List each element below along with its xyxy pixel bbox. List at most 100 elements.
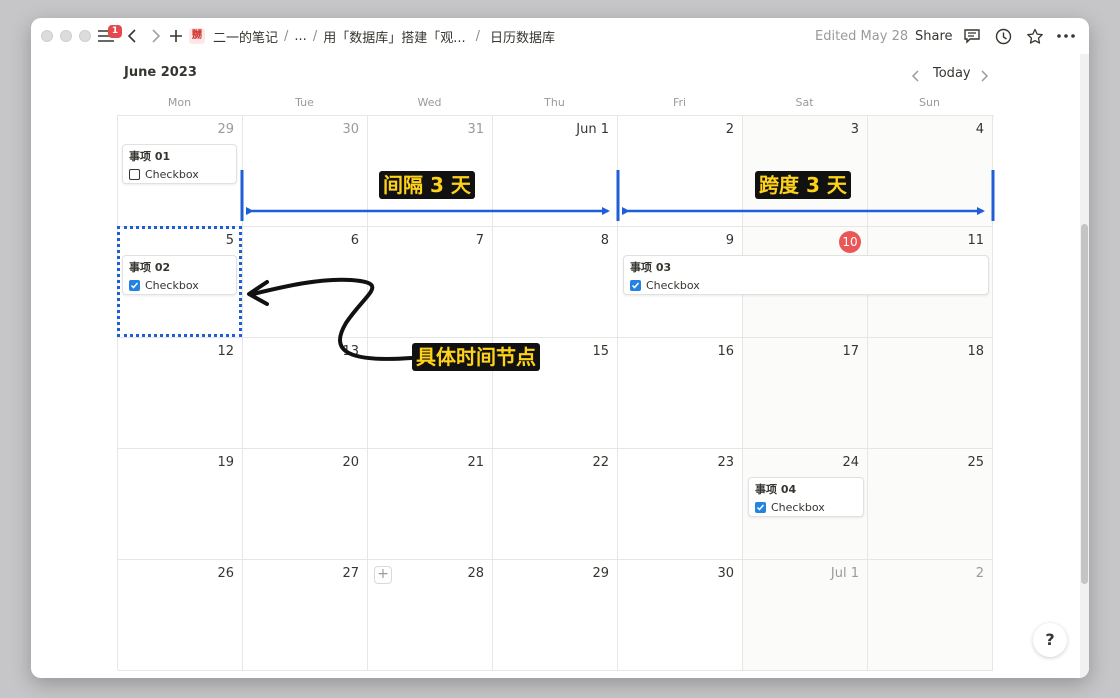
event-checkbox-property[interactable]: Checkbox <box>755 499 857 515</box>
highlight-selection-box <box>117 226 242 337</box>
today-date-number: 10 <box>839 231 861 253</box>
calendar-day-cell[interactable]: 18 <box>868 338 993 449</box>
day-number: 31 <box>467 122 484 137</box>
breadcrumb-item-notes[interactable]: 二一的笔记 <box>213 27 278 46</box>
add-event-plus-icon[interactable]: + <box>374 566 392 584</box>
day-number: 16 <box>717 344 734 359</box>
calendar-day-cell[interactable]: 23 <box>618 449 743 560</box>
event-card[interactable]: 事项 04 Checkbox <box>748 477 864 517</box>
weekday-header-tue: Tue <box>295 96 314 109</box>
checkbox-label: Checkbox <box>771 500 825 514</box>
calendar-day-cell[interactable]: 29 <box>493 560 618 671</box>
calendar-day-cell[interactable]: 26 <box>118 560 243 671</box>
calendar-day-cell[interactable]: 16 <box>618 338 743 449</box>
calendar-grid: 293031Jun 123456789101112131415161718192… <box>117 115 994 671</box>
vertical-scrollbar[interactable] <box>1080 54 1089 678</box>
calendar-day-cell[interactable]: 25 <box>868 449 993 560</box>
day-number: 20 <box>342 455 359 470</box>
calendar-day-cell[interactable]: 6 <box>243 227 368 338</box>
day-number: 15 <box>592 344 609 359</box>
new-page-plus-icon[interactable] <box>169 24 183 48</box>
notification-badge: 1 <box>108 25 122 38</box>
day-number: 23 <box>717 455 734 470</box>
day-number: 29 <box>217 122 234 137</box>
day-number: 18 <box>967 344 984 359</box>
day-number: 27 <box>342 566 359 581</box>
edited-timestamp: Edited May 28 <box>815 28 909 44</box>
calendar-day-cell[interactable]: Jul 1 <box>743 560 868 671</box>
favorite-star-icon[interactable] <box>1026 24 1044 48</box>
day-number: 7 <box>475 233 484 248</box>
event-checkbox-property[interactable]: Checkbox <box>129 166 230 182</box>
window-zoom-dot[interactable] <box>79 30 91 42</box>
day-number: 8 <box>600 233 609 248</box>
day-number: 12 <box>217 344 234 359</box>
calendar-day-cell[interactable]: 2 <box>618 116 743 227</box>
checkbox-checked-icon[interactable] <box>755 501 766 513</box>
calendar-day-cell[interactable]: 13 <box>243 338 368 449</box>
day-number: 11 <box>967 233 984 248</box>
weekday-header-sat: Sat <box>795 96 814 109</box>
back-arrow-icon[interactable] <box>127 24 139 48</box>
topbar: 1 嬲 二一的笔记 / ... / 用「数据库」搭建「观... / 日历数据库 … <box>31 18 1089 54</box>
weekday-header-fri: Fri <box>672 96 687 109</box>
calendar-day-cell[interactable]: 20 <box>243 449 368 560</box>
share-button[interactable]: Share <box>915 24 953 48</box>
calendar-day-cell[interactable]: 17 <box>743 338 868 449</box>
comment-icon[interactable] <box>963 24 981 48</box>
event-card[interactable]: 事项 01 Checkbox <box>122 144 237 184</box>
day-number: 30 <box>342 122 359 137</box>
calendar-day-cell[interactable]: 28 + <box>368 560 493 671</box>
calendar-day-cell[interactable]: 8 <box>493 227 618 338</box>
calendar-day-cell[interactable]: 12 <box>118 338 243 449</box>
window-minimize-dot[interactable] <box>60 30 72 42</box>
calendar-day-cell[interactable]: 21 <box>368 449 493 560</box>
time-point-annotation-label: 具体时间节点 <box>412 343 540 371</box>
breadcrumb-separator: / <box>475 28 480 44</box>
calendar-day-cell[interactable]: 2 <box>868 560 993 671</box>
help-button[interactable]: ? <box>1033 623 1067 657</box>
forward-arrow-icon[interactable] <box>149 24 161 48</box>
calendar-day-cell[interactable]: 27 <box>243 560 368 671</box>
calendar-day-cell[interactable]: 30 <box>618 560 743 671</box>
weekday-header-wed: Wed <box>417 96 442 109</box>
event-checkbox-property[interactable]: Checkbox <box>630 277 982 293</box>
day-number: Jun 1 <box>576 122 609 137</box>
breadcrumb-item-current[interactable]: 日历数据库 <box>490 27 555 46</box>
calendar-day-cell[interactable]: 30 <box>243 116 368 227</box>
calendar-day-cell[interactable]: 19 <box>118 449 243 560</box>
day-number: 3 <box>850 122 859 137</box>
calendar-month-label: June 2023 <box>124 65 197 80</box>
breadcrumb-separator: / <box>312 28 318 44</box>
breadcrumb-item-parent[interactable]: 用「数据库」搭建「观... <box>323 27 465 46</box>
event-title: 事项 03 <box>630 261 672 274</box>
day-number: 4 <box>975 122 984 137</box>
today-button[interactable]: Today <box>933 66 971 81</box>
more-options-icon[interactable] <box>1057 24 1075 48</box>
checkbox-label: Checkbox <box>145 167 199 181</box>
day-number: 25 <box>967 455 984 470</box>
day-number: 2 <box>975 566 984 581</box>
calendar-day-cell[interactable]: 4 <box>868 116 993 227</box>
calendar-day-cell[interactable]: 7 <box>368 227 493 338</box>
checkbox-checked-icon[interactable] <box>630 279 641 291</box>
scrollbar-thumb[interactable] <box>1081 224 1088 584</box>
next-month-icon[interactable] <box>979 64 989 88</box>
day-number: 19 <box>217 455 234 470</box>
day-number: 24 <box>842 455 859 470</box>
day-number: 22 <box>592 455 609 470</box>
event-card[interactable]: 事项 03 Checkbox <box>623 255 989 295</box>
prev-month-icon[interactable] <box>911 64 921 88</box>
day-number: 29 <box>592 566 609 581</box>
day-number: 30 <box>717 566 734 581</box>
history-clock-icon[interactable] <box>995 24 1012 48</box>
weekday-header-thu: Thu <box>544 96 565 109</box>
day-number: 9 <box>725 233 734 248</box>
checkbox-unchecked-icon[interactable] <box>129 168 140 180</box>
day-number: Jul 1 <box>830 566 859 581</box>
calendar-day-cell[interactable]: Jun 1 <box>493 116 618 227</box>
app-window: 1 嬲 二一的笔记 / ... / 用「数据库」搭建「观... / 日历数据库 … <box>31 18 1089 678</box>
window-close-dot[interactable] <box>41 30 53 42</box>
breadcrumb-item-ellipsis[interactable]: ... <box>294 29 306 44</box>
calendar-day-cell[interactable]: 22 <box>493 449 618 560</box>
